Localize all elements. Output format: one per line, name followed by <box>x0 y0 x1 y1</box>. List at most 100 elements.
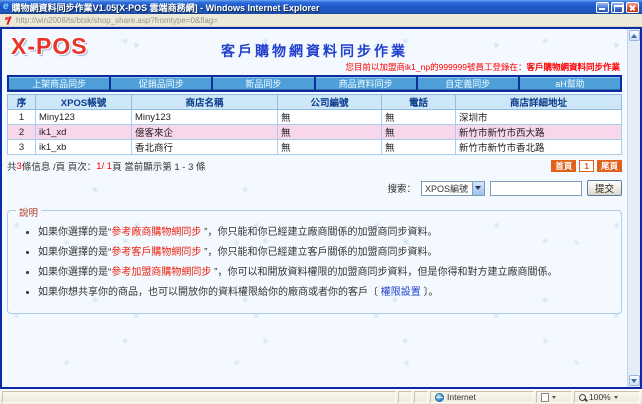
scroll-up-button[interactable] <box>629 30 640 41</box>
notes-panel: 說明 如果你選擇的是“參考廠商購物網同步 ”，你只能和你已經建立廠商關係的加盟商… <box>7 210 622 314</box>
statusbar-panel <box>398 391 412 403</box>
current-page-button[interactable]: 1 <box>579 160 594 172</box>
note-item: 如果你選擇的是“參考廠商購物網同步 ”，你只能和你已經建立廠商關係的加盟商同步資… <box>38 223 609 243</box>
cell-xpos-account: Miny123 <box>36 110 132 125</box>
cell-company-no: 無 <box>278 140 382 155</box>
globe-icon <box>435 393 444 402</box>
nav-item-product-data-sync[interactable]: 商品資料同步 <box>316 77 416 90</box>
nav-item-custom-sync[interactable]: 自定義同步 <box>418 77 518 90</box>
permission-settings-link[interactable]: 權限設置 <box>381 287 421 298</box>
note-text: 〕。 <box>421 287 439 298</box>
notes-list: 如果你選擇的是“參考廠商購物網同步 ”，你只能和你已經建立廠商關係的加盟商同步資… <box>38 223 609 303</box>
address-bar[interactable]: http://win2008/ts/btsk/shop_share.asp?fr… <box>0 14 642 27</box>
search-input[interactable] <box>490 181 582 196</box>
note-item: 如果你選擇的是“參考客戶購物網同步 ”，你只能和你已經建立客戶關係的加盟商同步資… <box>38 243 609 263</box>
window-title: 購物網資料同步作業V1.05[X-POS 雲端商務網] - Windows In… <box>12 1 320 14</box>
zoom-panel[interactable]: 100% <box>574 391 640 403</box>
pagination-buttons: 首頁 1 尾頁 <box>551 160 622 172</box>
scroll-down-button[interactable] <box>629 375 640 386</box>
page-icon <box>541 393 549 402</box>
note-item: 如果你想共享你的商品，也可以開放你的資料權限給你的廠商或者你的客戶〔 權限設置 … <box>38 283 609 303</box>
cell-phone: 無 <box>382 110 456 125</box>
minimize-button[interactable] <box>596 2 609 13</box>
pagination-text: 共 <box>7 159 17 173</box>
login-text: 您目前以加盟商 <box>346 62 406 72</box>
cell-phone: 無 <box>382 140 456 155</box>
note-text: ”，你只能和你已經建立廠商關係的加盟商同步資料。 <box>204 227 437 238</box>
nav-item-listed-sync[interactable]: 上架商品同步 <box>9 77 109 90</box>
chevron-down-icon <box>552 396 556 399</box>
search-field-select[interactable]: XPOS編號 <box>421 181 485 196</box>
chevron-down-icon[interactable] <box>472 182 484 195</box>
login-location: 客戶購物網資料同步作業 <box>526 62 620 72</box>
window-titlebar: e 購物網資料同步作業V1.05[X-POS 雲端商務網] - Windows … <box>0 0 642 14</box>
cell-index: 3 <box>8 140 36 155</box>
note-text: 如果你選擇的是“ <box>38 227 111 238</box>
table-row[interactable]: 3 ik1_xb 香北商行 無 無 新竹市新竹市香北路 <box>8 140 622 155</box>
note-highlight: 參考客戶購物網同步 <box>111 247 204 258</box>
browser-window: e 購物網資料同步作業V1.05[X-POS 雲端商務網] - Windows … <box>0 0 642 404</box>
cell-xpos-account: ik1_xd <box>36 125 132 140</box>
pagination-text: 頁 當前顯示第 1 - 3 條 <box>112 159 205 173</box>
cell-address: 新竹市新竹市西大路 <box>456 125 622 140</box>
browser-viewport: X-POS 客戶購物網資料同步作業 您目前以加盟商ik1_np的999999號員… <box>0 27 642 389</box>
status-bar: Internet 100% <box>0 389 642 404</box>
login-status: 您目前以加盟商ik1_np的999999號員工登錄在：客戶購物網資料同步作業 <box>346 61 621 73</box>
col-header-index: 序 <box>8 95 36 110</box>
magnifier-icon <box>579 394 586 401</box>
login-text: 的 <box>430 62 439 72</box>
notes-legend: 說明 <box>16 205 41 219</box>
web-page: X-POS 客戶購物網資料同步作業 您目前以加盟商ik1_np的999999號員… <box>2 29 627 387</box>
protected-mode-panel[interactable] <box>536 391 572 403</box>
note-text: ”，你只能和你已經建立客戶關係的加盟商同步資料。 <box>204 247 437 258</box>
close-button[interactable] <box>626 2 639 13</box>
col-header-phone: 電話 <box>382 95 456 110</box>
nav-item-promo-sync[interactable]: 促銷品同步 <box>111 77 211 90</box>
internet-zone-label: Internet <box>447 392 476 402</box>
login-text: 號員工登錄在： <box>467 62 527 72</box>
note-text: 如果你選擇的是“ <box>38 267 111 278</box>
col-header-xpos-account: XPOS帳號 <box>36 95 132 110</box>
first-page-button[interactable]: 首頁 <box>551 160 576 172</box>
window-controls <box>596 2 639 13</box>
col-header-company-no: 公司編號 <box>278 95 382 110</box>
nav-item-new-sync[interactable]: 新品同步 <box>213 77 313 90</box>
cell-address: 深圳市 <box>456 110 622 125</box>
nav-item-help[interactable]: aH幫助 <box>520 77 620 90</box>
col-header-address: 商店詳細地址 <box>456 95 622 110</box>
note-item: 如果你選擇的是“參考加盟商購物網同步 ”，你可以和開放資料權限的加盟商同步資料，… <box>38 263 609 283</box>
page-title: 客戶購物網資料同步作業 <box>7 32 622 61</box>
employee-no: 999999 <box>439 62 467 72</box>
search-field-value: XPOS編號 <box>425 182 472 195</box>
nav-bar: 上架商品同步 促銷品同步 新品同步 商品資料同步 自定義同步 aH幫助 <box>7 75 622 92</box>
cell-index: 2 <box>8 125 36 140</box>
last-page-button[interactable]: 尾頁 <box>597 160 622 172</box>
cell-index: 1 <box>8 110 36 125</box>
note-text: ”，你可以和開放資料權限的加盟商同步資料，但是你得和對方建立廠商關係。 <box>214 267 557 278</box>
address-url[interactable]: http://win2008/ts/btsk/shop_share.asp?fr… <box>16 16 218 25</box>
submit-button[interactable]: 提交 <box>587 180 622 196</box>
address-page-icon <box>5 16 12 25</box>
col-header-shop-name: 商店名稱 <box>132 95 278 110</box>
cell-company-no: 無 <box>278 110 382 125</box>
table-row[interactable]: 1 Miny123 Miny123 無 無 深圳市 <box>8 110 622 125</box>
cell-company-no: 無 <box>278 125 382 140</box>
statusbar-panel <box>414 391 428 403</box>
table-header-row: 序 XPOS帳號 商店名稱 公司編號 電話 商店詳細地址 <box>8 95 622 110</box>
note-text: 如果你想共享你的商品，也可以開放你的資料權限給你的廠商或者你的客戶〔 <box>38 287 381 298</box>
table-row[interactable]: 2 ik1_xd 億客來企 無 無 新竹市新竹市西大路 <box>8 125 622 140</box>
shop-table: 序 XPOS帳號 商店名稱 公司編號 電話 商店詳細地址 1 Miny123 M… <box>7 94 622 155</box>
note-text: 如果你選擇的是“ <box>38 247 111 258</box>
statusbar-panel <box>2 391 396 403</box>
ie-logo-icon: e <box>3 2 9 12</box>
up-arrow-icon <box>631 34 637 38</box>
down-arrow-icon <box>631 379 637 383</box>
maximize-button[interactable] <box>611 2 624 13</box>
search-bar: 搜索： XPOS編號 提交 <box>7 180 622 196</box>
cell-xpos-account: ik1_xb <box>36 140 132 155</box>
page-header: X-POS 客戶購物網資料同步作業 您目前以加盟商ik1_np的999999號員… <box>7 32 622 74</box>
note-highlight: 參考廠商購物網同步 <box>111 227 204 238</box>
vertical-scrollbar[interactable] <box>627 29 640 387</box>
cell-shop-name: 億客來企 <box>132 125 278 140</box>
cell-phone: 無 <box>382 125 456 140</box>
